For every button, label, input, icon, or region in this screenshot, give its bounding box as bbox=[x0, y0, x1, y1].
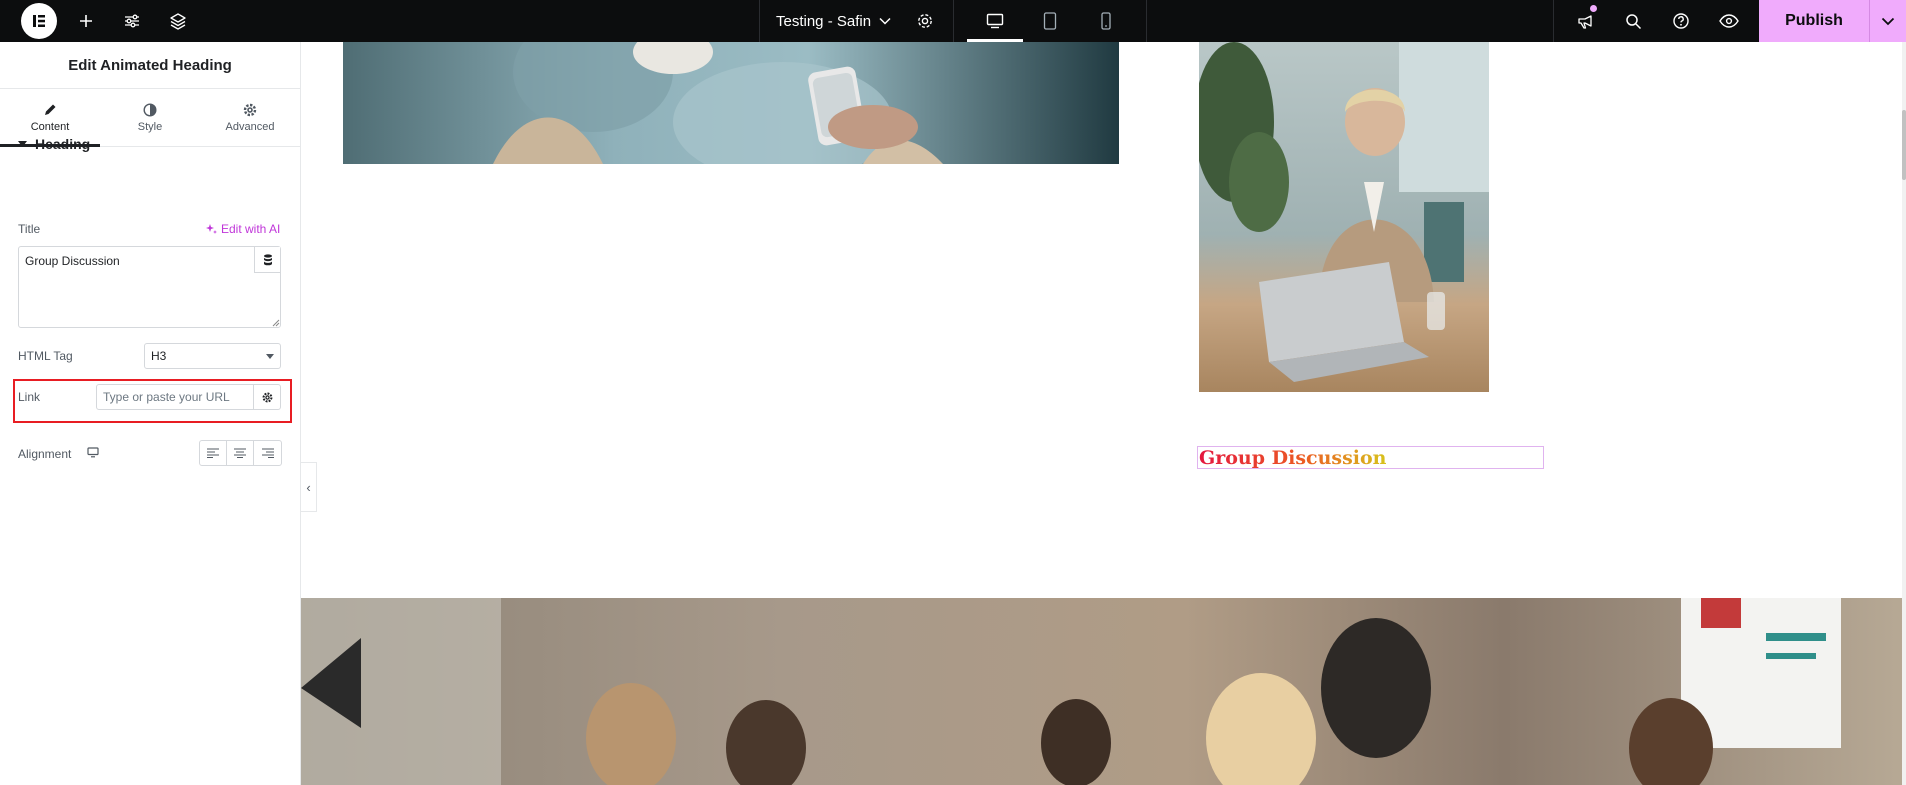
edit-with-ai-label: Edit with AI bbox=[221, 222, 281, 236]
topbar-divider bbox=[1146, 0, 1147, 42]
align-center-icon bbox=[234, 448, 246, 458]
edit-with-ai-button[interactable]: Edit with AI bbox=[206, 222, 280, 236]
plus-icon[interactable] bbox=[68, 0, 104, 42]
photo-woman-at-laptop[interactable] bbox=[1199, 42, 1489, 392]
chevron-left-icon: ‹ bbox=[306, 479, 311, 495]
align-right-icon bbox=[261, 448, 274, 458]
topbar-divider bbox=[1553, 0, 1554, 42]
megaphone-icon[interactable] bbox=[1567, 0, 1603, 42]
tab-advanced[interactable]: Advanced bbox=[200, 89, 300, 146]
topbar-divider bbox=[953, 0, 954, 42]
sliders-icon[interactable] bbox=[114, 0, 150, 42]
resize-grip-icon[interactable] bbox=[272, 319, 280, 327]
preview-canvas: Group Discussion ‹ bbox=[301, 42, 1906, 785]
mobile-icon[interactable] bbox=[1088, 0, 1124, 42]
panel-title: Edit Animated Heading bbox=[0, 42, 300, 89]
document-title: Testing - Safin bbox=[776, 12, 872, 30]
html-tag-value: H3 bbox=[151, 349, 167, 363]
half-circle-icon bbox=[143, 102, 157, 117]
photo-team-meeting[interactable] bbox=[301, 598, 1906, 785]
align-center-button[interactable] bbox=[227, 441, 254, 465]
chevron-down-icon bbox=[879, 17, 891, 25]
database-icon bbox=[263, 253, 272, 265]
publish-button[interactable]: Publish bbox=[1759, 0, 1869, 42]
top-bar: Testing - Safin Publish bbox=[0, 0, 1906, 42]
search-icon[interactable] bbox=[1615, 0, 1651, 42]
alignment-label: Alignment bbox=[18, 447, 72, 461]
animated-heading-widget[interactable]: Group Discussion bbox=[1197, 446, 1544, 469]
desktop-icon[interactable] bbox=[87, 447, 99, 458]
panel-collapse-handle[interactable]: ‹ bbox=[301, 462, 317, 512]
ai-sparkle-icon bbox=[206, 223, 217, 234]
gear-icon bbox=[243, 103, 257, 116]
align-right-button[interactable] bbox=[254, 441, 281, 465]
alignment-control bbox=[199, 440, 282, 466]
help-icon[interactable] bbox=[1663, 0, 1699, 42]
align-left-button[interactable] bbox=[200, 441, 227, 465]
tab-style[interactable]: Style bbox=[100, 89, 200, 146]
topbar-divider bbox=[759, 0, 760, 42]
tab-advanced-label: Advanced bbox=[225, 120, 275, 133]
chevron-down-icon bbox=[1881, 17, 1895, 25]
animated-heading-text: Group Discussion bbox=[1199, 446, 1387, 469]
layers-icon[interactable] bbox=[160, 0, 196, 42]
title-textarea[interactable] bbox=[18, 246, 281, 328]
gear-icon[interactable] bbox=[907, 0, 943, 42]
canvas-scrollbar-thumb[interactable] bbox=[1902, 110, 1906, 180]
caret-down-icon bbox=[18, 141, 27, 147]
html-tag-select[interactable]: H3 bbox=[144, 343, 281, 369]
annotation-highlight-box bbox=[13, 379, 292, 423]
document-title-dropdown[interactable]: Testing - Safin bbox=[776, 0, 891, 42]
notification-dot bbox=[1590, 5, 1597, 12]
title-label: Title bbox=[18, 222, 41, 236]
tab-content-label: Content bbox=[30, 120, 70, 133]
pencil-icon bbox=[45, 104, 56, 115]
tablet-icon[interactable] bbox=[1032, 0, 1068, 42]
dynamic-tags-button[interactable] bbox=[254, 247, 280, 273]
publish-label: Publish bbox=[1785, 12, 1843, 29]
publish-options-button[interactable] bbox=[1869, 0, 1906, 42]
photo-person-with-phone[interactable] bbox=[343, 42, 1119, 164]
desktop-icon[interactable] bbox=[977, 0, 1013, 42]
section-title: Heading bbox=[35, 136, 91, 152]
align-left-icon bbox=[207, 448, 219, 458]
html-tag-label: HTML Tag bbox=[18, 349, 73, 363]
section-heading-toggle[interactable]: Heading bbox=[18, 136, 90, 152]
caret-down-icon bbox=[266, 353, 274, 359]
eye-icon[interactable] bbox=[1711, 0, 1747, 42]
tab-style-label: Style bbox=[137, 120, 163, 133]
elementor-logo-icon[interactable] bbox=[21, 3, 57, 39]
